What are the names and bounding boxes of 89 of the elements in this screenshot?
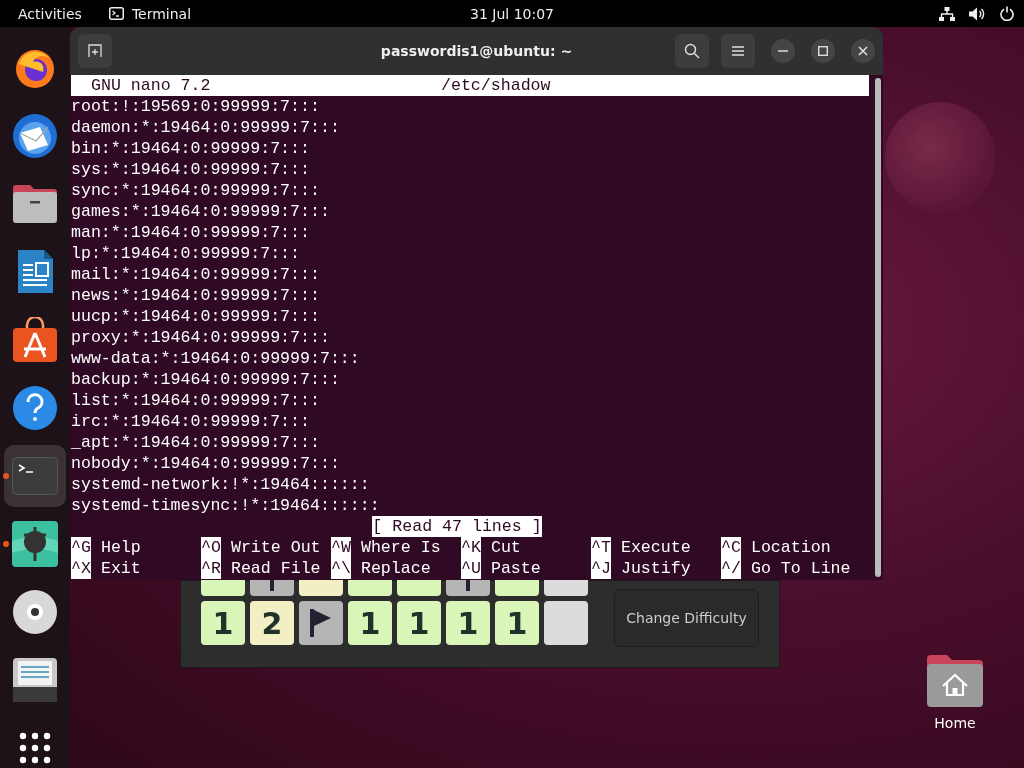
app-grid-icon (19, 732, 51, 764)
terminal-icon (12, 457, 58, 495)
new-tab-button[interactable] (78, 34, 112, 68)
app-menu[interactable]: Terminal (131, 5, 192, 22)
search-button[interactable] (675, 34, 709, 68)
help-icon (12, 385, 58, 431)
drive-icon (12, 657, 58, 703)
tile[interactable]: 1 (397, 601, 441, 645)
shortcut-label: Where Is (360, 537, 441, 558)
activities-button[interactable]: Activities (18, 5, 82, 22)
folder-icon (12, 184, 58, 224)
file-line: games:*:19464:0:99999:7::: (71, 202, 330, 221)
shortcut-key: ^G (71, 537, 91, 558)
shortcut-key: ^W (331, 537, 351, 558)
file-line: systemd-network:!*:19464:::::: (71, 475, 370, 494)
tile[interactable]: 1 (446, 601, 490, 645)
shortcut-label: Help (100, 537, 141, 558)
home-folder-icon[interactable] (927, 655, 983, 707)
shopping-bag-icon (12, 317, 58, 363)
editor-version: GNU nano 7.2 (91, 75, 211, 96)
shortcut-key: ^T (591, 537, 611, 558)
scrollbar[interactable] (875, 78, 881, 577)
tile[interactable]: 1 (201, 601, 245, 645)
file-line: uucp:*:19464:0:99999:7::: (71, 307, 320, 326)
minimize-button[interactable] (771, 39, 795, 63)
file-name: /etc/shadow (441, 75, 551, 96)
status-message: [ Read 47 lines ] (372, 516, 542, 537)
file-line: news:*:19464:0:99999:7::: (71, 286, 320, 305)
shortcut-label: Replace (360, 558, 431, 579)
shortcut-key: ^X (71, 558, 91, 579)
home-label[interactable]: Home (934, 715, 976, 731)
shortcut-label: Read File (230, 558, 321, 579)
file-line: systemd-timesync:!*:19464:::::: (71, 496, 380, 515)
close-button[interactable] (851, 39, 875, 63)
shortcut-key: ^J (591, 558, 611, 579)
shortcut-label: Go To Line (750, 558, 851, 579)
file-line: proxy:*:19464:0:99999:7::: (71, 328, 330, 347)
change-difficulty-button[interactable]: Change Difficulty (614, 589, 759, 647)
disc-icon (12, 589, 58, 635)
shortcut-label: Write Out (230, 537, 321, 558)
mail-icon (11, 113, 59, 159)
clock[interactable]: 31 Jul 10:07 (470, 5, 554, 22)
file-line: list:*:19464:0:99999:7::: (71, 391, 320, 410)
file-line: mail:*:19464:0:99999:7::: (71, 265, 320, 284)
file-line: sys:*:19464:0:99999:7::: (71, 160, 310, 179)
file-line: sync:*:19464:0:99999:7::: (71, 181, 320, 200)
power-icon[interactable] (1000, 6, 1014, 21)
mine-icon (12, 521, 58, 567)
document-icon (16, 249, 54, 295)
tile[interactable]: 2 (250, 601, 294, 645)
file-line: nobody:*:19464:0:99999:7::: (71, 454, 340, 473)
search-icon (684, 43, 700, 59)
tile[interactable]: 1 (348, 601, 392, 645)
maximize-icon (818, 46, 828, 56)
file-line: irc:*:19464:0:99999:7::: (71, 412, 310, 431)
shortcut-key: ^O (201, 537, 221, 558)
shortcut-label: Cut (490, 537, 521, 558)
tile[interactable] (299, 601, 343, 645)
file-line: lp:*:19464:0:99999:7::: (71, 244, 301, 263)
menu-icon (732, 46, 744, 56)
new-tab-icon (88, 44, 102, 58)
shortcut-label: Exit (100, 558, 141, 579)
shortcut-key: ^/ (721, 558, 741, 579)
shortcut-key: ^K (461, 537, 481, 558)
file-line: www-data:*:19464:0:99999:7::: (71, 349, 360, 368)
tile[interactable] (544, 601, 588, 645)
file-line: man:*:19464:0:99999:7::: (71, 223, 310, 242)
file-line: root:!:19569:0:99999:7::: (71, 97, 320, 116)
file-line: daemon:*:19464:0:99999:7::: (71, 118, 340, 137)
shortcut-label: Paste (490, 558, 541, 579)
file-line: _apt:*:19464:0:99999:7::: (71, 433, 320, 452)
network-icon[interactable] (939, 6, 955, 21)
minimize-icon (778, 50, 788, 52)
shortcut-key: ^\ (331, 558, 351, 579)
volume-icon[interactable] (969, 6, 986, 21)
window-title: passwordis1@ubuntu: ~ (380, 43, 573, 59)
shortcut-key: ^U (461, 558, 481, 579)
shortcut-label: Location (750, 537, 831, 558)
tile[interactable]: 1 (495, 601, 539, 645)
terminal-icon (108, 7, 124, 20)
shortcut-label: Justify (620, 558, 691, 579)
maximize-button[interactable] (811, 39, 835, 63)
shortcut-label: Execute (620, 537, 691, 558)
shortcut-key: ^C (721, 537, 741, 558)
file-line: backup:*:19464:0:99999:7::: (71, 370, 340, 389)
file-line: bin:*:19464:0:99999:7::: (71, 139, 310, 158)
shortcut-key: ^R (201, 558, 221, 579)
close-icon (858, 46, 868, 56)
menu-button[interactable] (721, 34, 755, 68)
